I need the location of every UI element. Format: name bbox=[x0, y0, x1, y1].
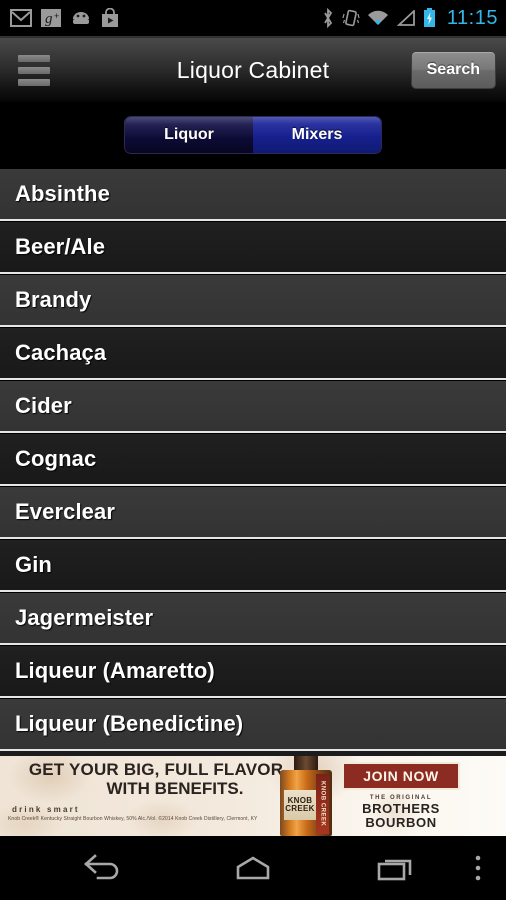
tab-liquor[interactable]: Liquor bbox=[125, 117, 253, 153]
whiskey-bottle-image: KNOB CREEK KNOB CREEK bbox=[272, 756, 340, 836]
wifi-icon bbox=[367, 10, 388, 25]
list-item-label: Cognac bbox=[15, 446, 97, 471]
list-item-label: Beer/Ale bbox=[15, 234, 106, 259]
list-item[interactable]: Cognac bbox=[0, 433, 506, 486]
ad-copy: GET YOUR BIG, FULL FLAVOR WITH BENEFITS.… bbox=[6, 761, 306, 822]
join-now-button[interactable]: JOIN NOW bbox=[342, 762, 460, 790]
list-item-label: Cachaça bbox=[15, 340, 107, 365]
ad-legal-text: Knob Creek® Kentucky Straight Bourbon Wh… bbox=[8, 815, 258, 822]
tab-mixers[interactable]: Mixers bbox=[253, 117, 381, 153]
signal-icon bbox=[396, 9, 415, 26]
svg-text:+: + bbox=[54, 11, 59, 21]
android-navigation-bar bbox=[0, 836, 506, 900]
home-icon[interactable] bbox=[218, 836, 288, 900]
phone-screen: g + 11:15 Liquor Cabinet Search Liquor M… bbox=[0, 0, 506, 900]
list-item-label: Liqueur (Amaretto) bbox=[15, 658, 215, 683]
ad-headline-line2: WITH BENEFITS. bbox=[106, 778, 244, 798]
list-item[interactable]: Cachaça bbox=[0, 327, 506, 380]
back-icon[interactable] bbox=[68, 836, 138, 900]
bottle-side-strip: KNOB CREEK bbox=[316, 774, 329, 834]
list-item-label: Brandy bbox=[15, 287, 92, 312]
liquor-list[interactable]: Absinthe Beer/Ale Brandy Cachaça Cider C… bbox=[0, 168, 506, 756]
ad-drink-smart-text: drink smart bbox=[12, 804, 80, 814]
play-store-icon bbox=[102, 8, 118, 27]
hamburger-menu-icon[interactable] bbox=[8, 54, 60, 86]
advertisement-banner[interactable]: GET YOUR BIG, FULL FLAVOR WITH BENEFITS.… bbox=[0, 756, 506, 836]
list-item-label: Cider bbox=[15, 393, 72, 418]
list-item[interactable]: Jagermeister bbox=[0, 592, 506, 645]
bottle-front-label: KNOB CREEK bbox=[284, 790, 316, 820]
status-notification-icons: g + bbox=[10, 8, 119, 28]
recents-icon[interactable] bbox=[360, 836, 430, 900]
list-item-label: Jagermeister bbox=[15, 605, 154, 630]
list-item[interactable]: Beer/Ale bbox=[0, 221, 506, 274]
list-item[interactable]: Gin bbox=[0, 539, 506, 592]
list-item[interactable]: Liqueur (Amaretto) bbox=[0, 645, 506, 698]
status-bar: g + 11:15 bbox=[0, 0, 506, 36]
action-bar: Liquor Cabinet Search bbox=[0, 38, 506, 102]
list-item-label: Liqueur (Benedictine) bbox=[15, 711, 244, 736]
overflow-menu-icon[interactable] bbox=[455, 836, 501, 900]
list-item[interactable]: Brandy bbox=[0, 274, 506, 327]
segmented-control: Liquor Mixers bbox=[124, 116, 382, 154]
ad-headline-line1: GET YOUR BIG, FULL FLAVOR bbox=[28, 760, 284, 779]
list-item[interactable]: Everclear bbox=[0, 486, 506, 539]
bottle-strip-text: KNOB CREEK bbox=[319, 781, 326, 827]
bluetooth-icon bbox=[324, 8, 333, 28]
list-item-label: Absinthe bbox=[15, 181, 110, 206]
list-item[interactable]: Absinthe bbox=[0, 168, 506, 221]
google-plus-icon: g + bbox=[41, 9, 61, 27]
battery-charging-icon bbox=[423, 8, 435, 27]
list-item-label: Gin bbox=[15, 552, 52, 577]
list-item[interactable]: Cider bbox=[0, 380, 506, 433]
search-button[interactable]: Search bbox=[410, 51, 496, 89]
ad-cta-block: JOIN NOW THE ORIGINAL BROTHERS BOURBON bbox=[342, 762, 460, 830]
gmail-icon bbox=[10, 9, 32, 27]
status-clock: 11:15 bbox=[446, 6, 498, 29]
tab-bar: Liquor Mixers bbox=[0, 102, 506, 168]
ad-brand-line2: BOURBON bbox=[365, 815, 437, 831]
list-item[interactable]: Liqueur (Benedictine) bbox=[0, 698, 506, 751]
android-robot-icon bbox=[73, 12, 89, 24]
ad-brand-line1: BROTHERS bbox=[362, 801, 440, 816]
status-system-icons: 11:15 bbox=[321, 7, 498, 30]
vibrate-icon bbox=[342, 9, 360, 27]
list-item-label: Everclear bbox=[15, 499, 115, 524]
bottle-label-line2: CREEK bbox=[285, 804, 315, 813]
svg-text:g: g bbox=[45, 11, 53, 27]
